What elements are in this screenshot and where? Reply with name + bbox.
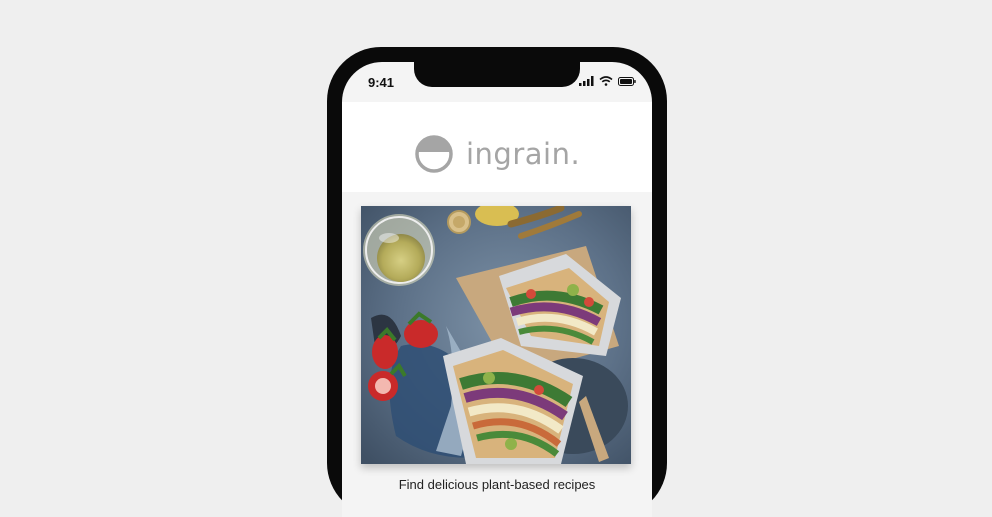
signal-icon [579,76,594,86]
logo-mark-icon [415,135,453,173]
status-icons [579,76,636,86]
app-header: ingrain. [342,102,652,192]
battery-icon [618,76,636,86]
phone-screen: 9:41 ingrain. Find delicious plant-based… [342,62,652,517]
phone-notch [414,62,580,87]
wifi-icon [599,76,613,86]
tagline: Find delicious plant-based recipes [398,477,596,492]
status-time: 9:41 [368,75,395,90]
app-name: ingrain. [466,137,581,171]
app-logo: ingrain. [414,134,580,174]
phone-frame: 9:41 ingrain. Find delicious plant-based… [327,47,667,517]
hero-image [361,206,631,464]
